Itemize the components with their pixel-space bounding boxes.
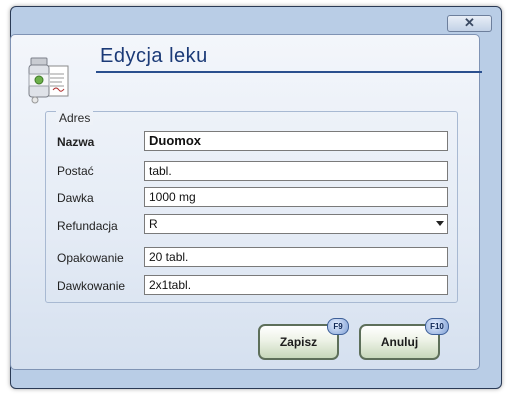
save-button-label: Zapisz bbox=[279, 335, 318, 349]
opakowanie-label: Opakowanie bbox=[57, 251, 124, 265]
title-divider bbox=[96, 71, 482, 73]
dawka-label: Dawka bbox=[57, 191, 94, 205]
opakowanie-input[interactable]: 20 tabl. bbox=[144, 247, 448, 267]
group-legend: Adres bbox=[56, 111, 94, 125]
refundacja-select[interactable]: R bbox=[144, 214, 448, 234]
postac-input[interactable]: tabl. bbox=[144, 161, 448, 181]
dawka-input[interactable]: 1000 mg bbox=[144, 187, 448, 207]
chevron-down-icon[interactable] bbox=[436, 221, 444, 226]
dawkowanie-input[interactable]: 2x1tabl. bbox=[144, 275, 448, 295]
close-button[interactable]: ✕ bbox=[447, 15, 492, 32]
save-shortcut-badge: F9 bbox=[327, 318, 349, 335]
dialog-title: Edycja leku bbox=[100, 45, 208, 67]
close-icon: ✕ bbox=[464, 15, 475, 30]
refundacja-label: Refundacja bbox=[57, 219, 118, 233]
nazwa-input[interactable]: Duomox bbox=[144, 131, 448, 151]
nazwa-label: Nazwa bbox=[57, 135, 95, 149]
cancel-shortcut-badge: F10 bbox=[425, 318, 449, 335]
postac-label: Postać bbox=[57, 164, 94, 178]
medicine-document-icon bbox=[28, 57, 69, 104]
refundacja-value: R bbox=[149, 217, 158, 231]
dawkowanie-label: Dawkowanie bbox=[57, 279, 126, 293]
cancel-button-label: Anuluj bbox=[380, 335, 419, 349]
